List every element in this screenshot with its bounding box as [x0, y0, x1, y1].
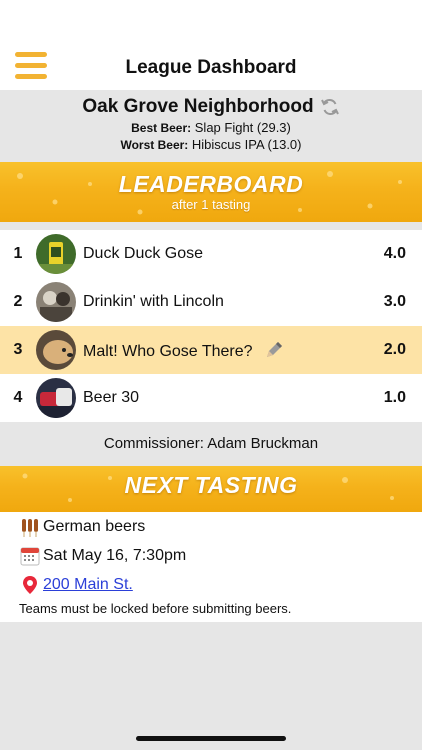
team-rank: 4 — [13, 389, 23, 406]
team-row[interactable]: 1 Duck Duck Gose 4.0 — [0, 230, 422, 278]
team-score: 2.0 — [383, 341, 406, 358]
app-header: League Dashboard — [0, 0, 422, 90]
calendar-icon — [20, 547, 40, 565]
tasting-date-line: Sat May 16, 7:30pm — [19, 541, 422, 570]
team-avatar — [36, 234, 76, 274]
worst-beer-line: Worst Beer: Hibiscus IPA (13.0) — [0, 137, 422, 152]
refresh-icon[interactable] — [320, 97, 340, 117]
tasting-date: Sat May 16, 7:30pm — [43, 546, 187, 564]
team-name: Drinkin' with Lincoln — [83, 293, 224, 310]
page-title: League Dashboard — [125, 57, 297, 78]
worst-beer-label: Worst Beer: — [120, 138, 189, 152]
best-beer-line: Best Beer: Slap Fight (29.3) — [0, 120, 422, 135]
tasting-note: Teams must be locked before submitting b… — [19, 601, 292, 616]
next-tasting-details: German beers Sat May 16, 7:30pm 200 Main… — [0, 512, 422, 622]
team-name: Beer 30 — [83, 389, 140, 406]
leaderboard-subtitle: after 1 tasting — [171, 197, 251, 212]
commissioner-label: Commissioner: Adam Bruckman — [103, 435, 319, 452]
leaderboard-banner: LEADERBOARD after 1 tasting — [0, 162, 422, 222]
team-row[interactable]: 2 Drinkin' with Lincoln 3.0 — [0, 278, 422, 326]
team-avatar — [36, 330, 76, 370]
best-beer-label: Best Beer: — [131, 121, 192, 135]
team-rank: 2 — [13, 293, 23, 310]
team-score: 4.0 — [383, 245, 406, 262]
team-name: Malt! Who Gose There? — [83, 343, 253, 360]
team-row-own[interactable]: 3 Malt! Who Gose There? 2.0 — [0, 326, 422, 374]
leaderboard-title: LEADERBOARD — [118, 171, 304, 197]
tasting-theme: German beers — [43, 517, 146, 535]
team-row[interactable]: 4 Beer 30 1.0 — [0, 374, 422, 422]
league-summary: Oak Grove Neighborhood Best Beer: Slap F… — [0, 90, 422, 162]
tasting-location-line: 200 Main St. — [19, 570, 422, 599]
best-beer-value: Slap Fight (29.3) — [194, 120, 291, 135]
next-tasting-banner: NEXT TASTING — [0, 466, 422, 512]
worst-beer-value: Hibiscus IPA (13.0) — [191, 137, 302, 152]
league-name: Oak Grove Neighborhood — [82, 96, 314, 117]
standings-list: 1 Duck Duck Gose 4.0 2 Drinkin' with Lin… — [0, 230, 422, 422]
team-rank: 1 — [13, 245, 23, 262]
team-name: Duck Duck Gose — [83, 245, 204, 262]
team-avatar — [36, 378, 76, 418]
pencil-icon[interactable] — [263, 339, 285, 361]
tasting-theme-line: German beers — [19, 512, 422, 541]
team-name-with-edit: Malt! Who Gose There? — [83, 339, 362, 361]
location-pin-icon — [23, 575, 37, 594]
team-rank: 3 — [13, 341, 23, 358]
team-avatar — [36, 282, 76, 322]
tasting-location-link[interactable]: 200 Main St. — [43, 576, 133, 594]
team-name-with-emoji: Beer 30 — [83, 389, 362, 407]
sausage-icon — [22, 518, 38, 537]
team-score: 3.0 — [383, 293, 406, 310]
next-tasting-title: NEXT TASTING — [124, 472, 298, 498]
team-score: 1.0 — [383, 389, 406, 406]
home-indicator[interactable] — [136, 736, 286, 741]
